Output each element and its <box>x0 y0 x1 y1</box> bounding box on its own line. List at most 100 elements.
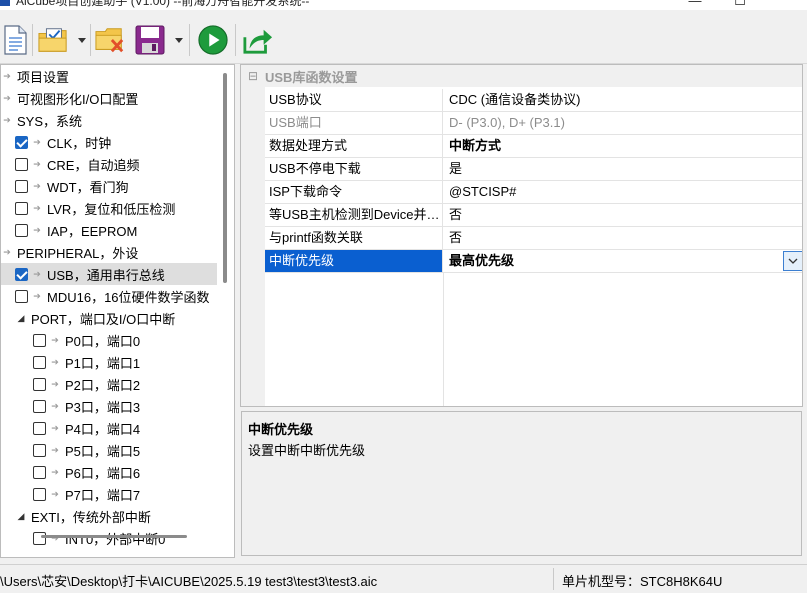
chevron-down-icon[interactable] <box>78 38 86 44</box>
tree-item[interactable]: ➔ SYS，系统 <box>1 109 217 131</box>
tree-item[interactable]: ➔ MDU16，16位硬件数学函数 <box>1 285 217 307</box>
arrow-icon: ➔ <box>51 400 59 411</box>
arrow-icon: ➔ <box>51 466 59 477</box>
tree-checkbox[interactable] <box>15 223 28 237</box>
tree-item-label: LVR，复位和低压检测 <box>47 201 176 217</box>
save-button[interactable] <box>135 24 165 56</box>
tree-checkbox[interactable] <box>15 267 28 281</box>
tree-checkbox[interactable] <box>33 355 46 369</box>
tree-checkbox[interactable] <box>33 531 46 545</box>
property-value[interactable]: 中断方式 <box>443 135 802 157</box>
tree-checkbox[interactable] <box>15 201 28 215</box>
tree-checkbox[interactable] <box>15 179 28 193</box>
tree-item-label: P0口，端口0 <box>65 333 141 349</box>
collapse-icon[interactable]: ⊟ <box>241 69 265 83</box>
property-category[interactable]: ⊟ USB库函数设置 <box>241 65 802 87</box>
tree-item[interactable]: ➔ 项目设置 <box>1 65 217 87</box>
property-value[interactable]: CDC (通信设备类协议) <box>443 89 802 111</box>
expand-icon[interactable]: ◢ <box>15 511 27 522</box>
tree-item[interactable]: ➔ CRE，自动追频 <box>1 153 217 175</box>
app-icon <box>0 0 10 6</box>
export-button[interactable] <box>243 24 273 56</box>
tree-checkbox[interactable] <box>33 333 46 347</box>
property-row[interactable]: 等USB主机检测到Device并… 否 <box>265 204 802 227</box>
arrow-icon: ➔ <box>3 70 11 81</box>
run-button[interactable] <box>198 24 228 56</box>
tree-item[interactable]: ◢ PORT，端口及I/O口中断 <box>1 307 217 329</box>
property-row[interactable]: USB协议 CDC (通信设备类协议) <box>265 89 802 112</box>
column-divider[interactable] <box>443 272 444 406</box>
tree-item-label: WDT，看门狗 <box>47 179 129 195</box>
tree-item[interactable]: ➔ P4口，端口4 <box>1 417 217 439</box>
property-name: 等USB主机检测到Device并… <box>265 204 443 226</box>
toolbar-separator <box>32 24 33 56</box>
new-file-button[interactable] <box>0 24 30 56</box>
tree-item[interactable]: ➔ P5口，端口5 <box>1 439 217 461</box>
arrow-icon: ➔ <box>51 378 59 389</box>
chevron-down-icon <box>788 258 798 264</box>
arrow-icon: ➔ <box>51 422 59 433</box>
project-path: \Users\芯安\Desktop\打卡\AICUBE\2025.5.19 te… <box>0 574 378 589</box>
open-project-button[interactable] <box>38 24 68 56</box>
tree-item-label: CLK，时钟 <box>47 135 112 151</box>
property-name: USB不停电下载 <box>265 158 443 180</box>
tree-item-label: MDU16，16位硬件数学函数 <box>47 289 210 305</box>
tree-item-label: IAP，EEPROM <box>47 223 138 239</box>
property-value[interactable]: 否 <box>443 204 802 226</box>
property-row[interactable]: 与printf函数关联否 <box>265 227 802 250</box>
tree-checkbox[interactable] <box>33 377 46 391</box>
tree-item[interactable]: ◢ EXTI，传统外部中断 <box>1 505 217 527</box>
property-row[interactable]: 中断优先级 最高优先级 <box>265 250 802 273</box>
module-tree[interactable]: ➔ 项目设置 ➔ 可视图形化I/O口配置 ➔ SYS，系统 ➔ CLK，时钟 ➔ CRE，自动追频… <box>0 64 235 558</box>
tree-checkbox[interactable] <box>33 443 46 457</box>
tree-checkbox[interactable] <box>15 157 28 171</box>
maximize-button[interactable]: ☐ <box>733 0 747 8</box>
arrow-icon: ➔ <box>33 202 41 213</box>
description-text: 设置中断中断优先级 <box>248 443 366 458</box>
property-value[interactable]: @STCISP# <box>443 181 802 203</box>
horizontal-scrollbar[interactable] <box>41 535 187 538</box>
run-icon <box>198 25 228 55</box>
export-icon <box>243 29 273 54</box>
tree-item[interactable]: ➔ CLK，时钟 <box>1 131 217 153</box>
tree-item[interactable]: ➔ P7口，端口7 <box>1 483 217 505</box>
property-row[interactable]: USB端口 D- (P3.0), D+ (P3.1) <box>265 112 802 135</box>
tree-checkbox[interactable] <box>33 421 46 435</box>
vertical-scrollbar[interactable] <box>223 73 227 283</box>
tree-checkbox[interactable] <box>33 487 46 501</box>
arrow-icon: ➔ <box>33 268 41 279</box>
tree-item[interactable]: ➔ P3口，端口3 <box>1 395 217 417</box>
tree-item[interactable]: ➔ USB，通用串行总线 <box>1 263 217 285</box>
property-row[interactable]: USB不停电下载是 <box>265 158 802 181</box>
property-value[interactable]: D- (P3.0), D+ (P3.1) <box>443 112 802 134</box>
property-row[interactable]: 数据处理方式 中断方式 <box>265 135 802 158</box>
property-row[interactable]: ISP下载命令 @STCISP# <box>265 181 802 204</box>
tree-item[interactable]: ➔ P2口，端口2 <box>1 373 217 395</box>
tree-item[interactable]: ➔ P1口，端口1 <box>1 351 217 373</box>
tree-item[interactable]: ➔ P6口，端口6 <box>1 461 217 483</box>
tree-item[interactable]: ➔ 可视图形化I/O口配置 <box>1 87 217 109</box>
arrow-icon: ➔ <box>33 290 41 301</box>
tree-item[interactable]: ➔ P0口，端口0 <box>1 329 217 351</box>
property-value[interactable]: 是 <box>443 158 802 180</box>
chevron-down-icon[interactable] <box>175 38 183 44</box>
tree-item-label: P6口，端口6 <box>65 465 141 481</box>
save-icon <box>135 25 165 55</box>
close-project-button[interactable] <box>95 24 125 56</box>
property-value[interactable]: 最高优先级 <box>443 250 802 272</box>
tree-item[interactable]: ➔INT0，外部中断0 <box>1 527 217 549</box>
expand-icon[interactable]: ◢ <box>15 313 27 324</box>
tree-item-label: P2口，端口2 <box>65 377 141 393</box>
tree-item[interactable]: ➔ LVR，复位和低压检测 <box>1 197 217 219</box>
property-value[interactable]: 否 <box>443 227 802 249</box>
tree-checkbox[interactable] <box>15 289 28 303</box>
tree-item[interactable]: ➔ WDT，看门狗 <box>1 175 217 197</box>
tree-item[interactable]: ➔ IAP，EEPROM <box>1 219 217 241</box>
toolbar-separator <box>90 24 91 56</box>
dropdown-button[interactable] <box>783 251 802 271</box>
tree-checkbox[interactable] <box>15 135 28 149</box>
tree-item[interactable]: ➔ PERIPHERAL，外设 <box>1 241 217 263</box>
tree-checkbox[interactable] <box>33 465 46 479</box>
minimize-button[interactable]: — <box>688 0 702 8</box>
tree-checkbox[interactable] <box>33 399 46 413</box>
